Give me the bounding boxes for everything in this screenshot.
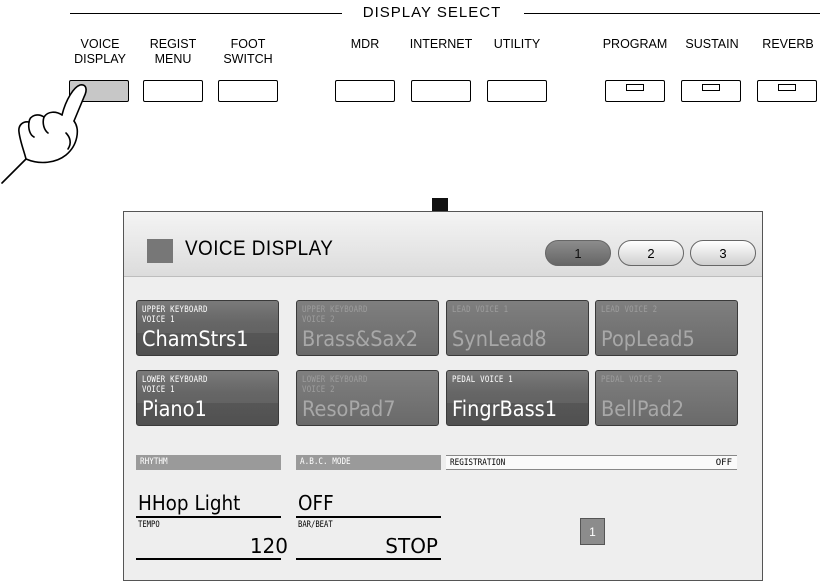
upper-voice-2-label: UPPER KEYBOARD VOICE 2 — [302, 305, 368, 325]
lower-voice-1-button[interactable]: LOWER KEYBOARD VOICE 1 Piano1 — [136, 370, 279, 426]
abc-mode-header: A.B.C. MODE — [296, 455, 441, 470]
screen-header: VOICE DISPLAY 1 2 3 — [124, 212, 762, 277]
utility-label: UTILITY — [493, 37, 541, 51]
barbeat-label: BAR/BEAT — [298, 520, 333, 530]
foot-switch-button[interactable] — [218, 80, 278, 102]
internet-button[interactable] — [411, 80, 471, 102]
lead-voice-1-name: SynLead8 — [452, 327, 547, 351]
reverb-label: REVERB — [762, 37, 814, 51]
upper-voice-1-button[interactable]: UPPER KEYBOARD VOICE 1 ChamStrs1 — [136, 300, 279, 356]
rhythm-underline — [136, 516, 281, 518]
divider-left — [70, 13, 342, 14]
utility-button[interactable] — [487, 80, 547, 102]
upper-voice-2-button[interactable]: UPPER KEYBOARD VOICE 2 Brass&Sax2 — [296, 300, 439, 356]
mdr-button[interactable] — [335, 80, 395, 102]
abc-mode-value[interactable]: OFF — [298, 491, 334, 515]
reverb-button[interactable] — [757, 80, 817, 102]
program-lamp — [626, 84, 644, 91]
registration-header: REGISTRATION OFF — [446, 455, 737, 470]
sustain-button[interactable] — [681, 80, 741, 102]
tempo-value[interactable]: 120 — [138, 534, 288, 558]
lead-voice-2-label: LEAD VOICE 2 — [601, 305, 658, 315]
lead-voice-1-label: LEAD VOICE 1 — [452, 305, 509, 315]
reverb-lamp — [778, 84, 796, 91]
lead-voice-2-name: PopLead5 — [601, 327, 695, 351]
pedal-voice-2-name: BellPad2 — [601, 397, 685, 421]
upper-voice-1-label: UPPER KEYBOARD VOICE 1 — [142, 305, 208, 325]
barbeat-value[interactable]: STOP — [298, 534, 438, 558]
lower-voice-1-label: LOWER KEYBOARD VOICE 1 — [142, 375, 208, 395]
registration-status: OFF — [715, 458, 732, 468]
rhythm-value[interactable]: HHop Light — [138, 491, 240, 515]
internet-label: INTERNET — [409, 37, 473, 51]
voice-display-screen: VOICE DISPLAY 1 2 3 UPPER KEYBOARD VOICE… — [123, 211, 763, 581]
lead-voice-2-button[interactable]: LEAD VOICE 2 PopLead5 — [595, 300, 738, 356]
lower-voice-1-name: Piano1 — [142, 397, 207, 421]
tempo-underline — [136, 558, 281, 560]
barbeat-underline — [296, 558, 441, 560]
lower-voice-2-label: LOWER KEYBOARD VOICE 2 — [302, 375, 368, 395]
registration-1-button[interactable]: 1 — [580, 518, 605, 545]
screen-title: VOICE DISPLAY — [185, 237, 334, 260]
pedal-voice-2-label: PEDAL VOICE 2 — [601, 375, 662, 385]
upper-voice-2-name: Brass&Sax2 — [302, 327, 419, 351]
page-2-button[interactable]: 2 — [618, 240, 684, 266]
title-square-icon — [147, 239, 173, 263]
display-select-label: DISPLAY SELECT — [362, 4, 502, 21]
pedal-voice-1-name: FingrBass1 — [452, 397, 558, 421]
program-label: PROGRAM — [602, 37, 668, 51]
sustain-label: SUSTAIN — [685, 37, 739, 51]
regist-menu-label: REGIST MENU — [149, 37, 197, 66]
mdr-label: MDR — [350, 37, 380, 51]
sustain-lamp — [702, 84, 720, 91]
lower-voice-2-button[interactable]: LOWER KEYBOARD VOICE 2 ResoPad7 — [296, 370, 439, 426]
foot-switch-label: FOOT SWITCH — [223, 37, 273, 66]
lead-voice-1-button[interactable]: LEAD VOICE 1 SynLead8 — [446, 300, 589, 356]
tempo-label: TEMPO — [138, 520, 160, 530]
divider-right — [524, 13, 820, 14]
lower-voice-2-name: ResoPad7 — [302, 397, 396, 421]
pedal-voice-2-button[interactable]: PEDAL VOICE 2 BellPad2 — [595, 370, 738, 426]
voice-display-label: VOICE DISPLAY — [74, 37, 126, 66]
abc-underline — [296, 516, 441, 518]
regist-menu-button[interactable] — [143, 80, 203, 102]
page-1-button[interactable]: 1 — [545, 240, 611, 266]
program-button[interactable] — [605, 80, 665, 102]
hand-pointer-icon — [1, 84, 87, 184]
rhythm-header: RHYTHM — [136, 455, 281, 470]
pedal-voice-1-button[interactable]: PEDAL VOICE 1 FingrBass1 — [446, 370, 589, 426]
page-3-button[interactable]: 3 — [690, 240, 756, 266]
upper-voice-1-name: ChamStrs1 — [142, 327, 249, 351]
pedal-voice-1-label: PEDAL VOICE 1 — [452, 375, 513, 385]
